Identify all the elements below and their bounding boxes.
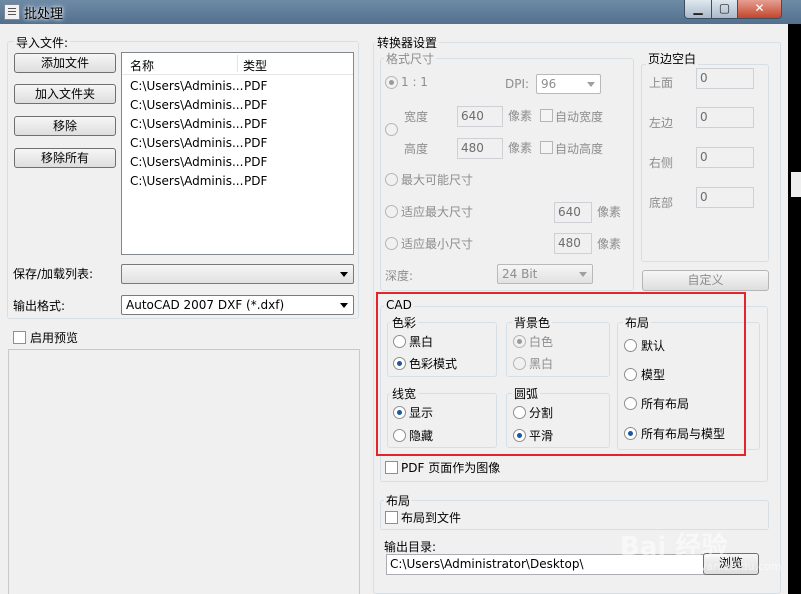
maximize-button[interactable]: ▢ — [711, 0, 738, 19]
remove-all-button[interactable]: 移除所有 — [14, 148, 116, 168]
auto-height-checkbox[interactable] — [540, 141, 553, 154]
depth-combo[interactable]: 24 Bit — [497, 264, 593, 284]
auto-width-checkbox[interactable] — [540, 109, 553, 122]
fit-min-field[interactable]: 480 — [554, 233, 592, 254]
list-item[interactable]: C:\Users\Adminis... PDF — [130, 96, 267, 115]
title-bar[interactable]: 批处理 ▁ ▢ ✕ — [0, 0, 801, 24]
save-load-combo[interactable] — [121, 264, 354, 284]
preview-area — [8, 349, 360, 594]
minimize-icon: ▁ — [693, 1, 703, 15]
output-format-combo[interactable]: AutoCAD 2007 DXF (*.dxf) — [121, 295, 354, 315]
height-field[interactable]: 480 — [457, 138, 503, 159]
column-divider[interactable] — [237, 55, 238, 72]
fit-max-field[interactable]: 640 — [554, 202, 592, 223]
pdf-page-image-checkbox[interactable] — [385, 461, 398, 474]
highlight-box — [376, 292, 746, 456]
file-list[interactable]: 名称 类型 C:\Users\Adminis... PDF C:\Users\Ad… — [121, 52, 354, 255]
dpi-label: DPI: — [505, 77, 530, 91]
maximize-icon: ▢ — [718, 1, 731, 15]
output-format-label: 输出格式: — [13, 299, 66, 313]
window-title: 批处理 — [24, 7, 64, 22]
ratio-radio[interactable] — [385, 76, 398, 89]
max-possible-label: 最大可能尺寸 — [401, 173, 474, 187]
list-item[interactable]: C:\Users\Adminis... PDF — [130, 77, 267, 96]
dpi-combo[interactable]: 96 — [536, 74, 601, 94]
add-file-button[interactable]: 添加文件 — [14, 53, 116, 73]
watermark-url: jingyan.baidu.com — [680, 560, 782, 573]
auto-height-label: 自动高度 — [555, 142, 604, 156]
fit-min-label: 适应最小尺寸 — [401, 237, 474, 251]
converter-settings-label: 转换器设置 — [375, 34, 440, 51]
margin-bottom-label: 底部 — [649, 196, 674, 210]
layout-section-label: 布局 — [384, 492, 413, 509]
fit-max-radio[interactable] — [385, 205, 398, 218]
chevron-down-icon — [340, 303, 348, 308]
output-format-value: AutoCAD 2007 DXF (*.dxf) — [126, 298, 285, 312]
margin-left-label: 左边 — [649, 116, 674, 130]
depth-label: 深度: — [385, 269, 414, 283]
pdf-page-image-label: PDF 页面作为图像 — [401, 461, 501, 475]
margin-bottom-field[interactable]: 0 — [696, 187, 754, 208]
auto-width-label: 自动宽度 — [555, 110, 604, 124]
fit-min-unit: 像素 — [597, 237, 622, 251]
list-item[interactable]: C:\Users\Adminis... PDF — [130, 153, 267, 172]
margin-top-field[interactable]: 0 — [696, 68, 754, 89]
custom-margins-button[interactable]: 自定义 — [642, 270, 769, 291]
format-size-label: 格式尺寸 — [384, 50, 437, 67]
list-item[interactable]: C:\Users\Adminis... PDF — [130, 134, 267, 153]
layout-to-file-checkbox[interactable] — [385, 511, 398, 524]
background-edge — [788, 24, 801, 594]
margin-top-label: 上面 — [649, 76, 674, 90]
import-files-label: 导入文件: — [14, 34, 71, 51]
list-item[interactable]: C:\Users\Adminis... PDF — [130, 115, 267, 134]
output-dir-label: 输出目录: — [384, 540, 437, 554]
file-list-header: 名称 类型 — [122, 53, 353, 75]
enable-preview-label: 启用预览 — [30, 331, 79, 345]
custom-size-radio[interactable] — [385, 123, 398, 136]
width-label: 宽度 — [404, 110, 429, 124]
fit-min-radio[interactable] — [385, 237, 398, 250]
fit-max-label: 适应最大尺寸 — [401, 205, 474, 219]
fit-max-unit: 像素 — [597, 205, 622, 219]
app-icon — [4, 4, 20, 20]
chevron-down-icon — [587, 82, 595, 87]
close-button[interactable]: ✕ — [737, 0, 782, 19]
width-unit: 像素 — [508, 109, 533, 123]
chevron-down-icon — [340, 272, 348, 277]
add-folder-button[interactable]: 加入文件夹 — [14, 84, 116, 104]
remove-button[interactable]: 移除 — [14, 116, 116, 136]
layout-to-file-label: 布局到文件 — [401, 511, 462, 525]
enable-preview-checkbox[interactable] — [13, 331, 26, 344]
margin-right-field[interactable]: 0 — [696, 147, 754, 168]
height-label: 高度 — [404, 142, 429, 156]
column-type[interactable]: 类型 — [243, 57, 267, 74]
max-possible-radio[interactable] — [385, 173, 398, 186]
height-unit: 像素 — [508, 141, 533, 155]
list-item[interactable]: C:\Users\Adminis... PDF — [130, 172, 267, 191]
minimize-button[interactable]: ▁ — [684, 0, 712, 19]
width-field[interactable]: 640 — [457, 106, 503, 127]
margin-right-label: 右侧 — [649, 156, 674, 170]
chevron-down-icon — [579, 272, 587, 277]
column-name[interactable]: 名称 — [130, 57, 154, 74]
margin-left-field[interactable]: 0 — [696, 107, 754, 128]
watermark-logo: Bai 经验 — [620, 532, 728, 562]
margins-label: 页边空白 — [646, 50, 699, 67]
save-load-label: 保存/加载列表: — [13, 267, 94, 281]
close-icon: ✕ — [754, 1, 765, 15]
ratio-label: 1 : 1 — [401, 75, 428, 89]
